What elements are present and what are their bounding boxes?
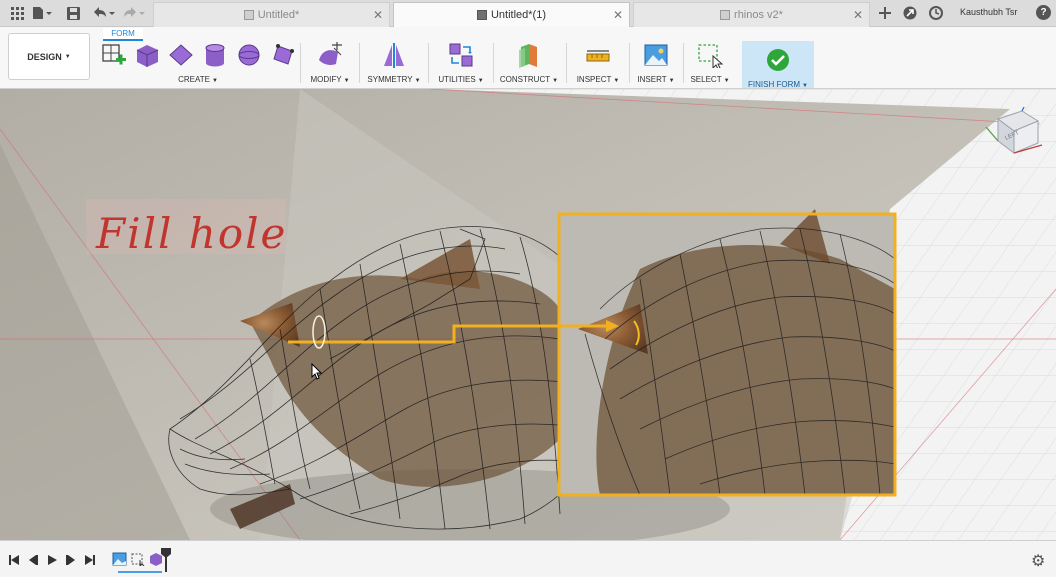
play-icon[interactable] xyxy=(45,553,59,567)
select-group: SELECT ▼ xyxy=(687,42,733,86)
scene-render xyxy=(0,89,1056,540)
construct-group: CONSTRUCT ▼ xyxy=(497,42,561,86)
user-account-name[interactable]: Kausthubh Tsr xyxy=(960,7,1017,17)
symmetry-group-label[interactable]: SYMMETRY xyxy=(367,75,412,84)
tab-untitled[interactable]: Untitled* ✕ xyxy=(153,2,390,27)
mouse-pointer-icon xyxy=(311,363,323,380)
toolbar-divider xyxy=(493,43,494,83)
utilities-convert-icon[interactable] xyxy=(447,42,475,73)
chevron-down-icon: ▼ xyxy=(613,78,620,84)
save-icon[interactable] xyxy=(64,4,82,22)
create-box-sketch-icon[interactable] xyxy=(100,42,126,73)
utilities-group-label[interactable]: UTILITIES xyxy=(438,75,475,84)
toolbar-divider xyxy=(428,43,429,83)
workspace-label: DESIGN xyxy=(27,51,62,62)
tab-label: rhinos v2* xyxy=(734,9,783,21)
chevron-down-icon: ▼ xyxy=(477,78,484,84)
insert-image-icon[interactable] xyxy=(643,42,669,73)
symmetry-mirror-icon[interactable] xyxy=(380,42,408,73)
create-face-icon[interactable] xyxy=(270,42,296,73)
go-to-start-icon[interactable] xyxy=(7,553,21,567)
close-tab-icon[interactable]: ✕ xyxy=(853,8,863,22)
undo-icon[interactable] xyxy=(90,4,116,22)
insert-group-label[interactable]: INSERT xyxy=(637,75,666,84)
create-cylinder-icon[interactable] xyxy=(202,42,228,73)
toolbar-divider xyxy=(566,43,567,83)
inspect-group-label[interactable]: INSPECT xyxy=(577,75,612,84)
toolbar-divider xyxy=(629,43,630,83)
inspect-measure-icon[interactable] xyxy=(584,42,612,73)
document-tab-bar: Untitled* ✕ Untitled*(1) ✕ rhinos v2* ✕ … xyxy=(0,0,1056,27)
canvas-viewport[interactable]: Fill hole LEFT xyxy=(0,89,1056,540)
symmetry-group: SYMMETRY ▼ xyxy=(363,42,425,86)
step-forward-icon[interactable] xyxy=(64,553,78,567)
document-cube-icon xyxy=(720,10,731,20)
zoom-inset-panel xyxy=(557,209,897,497)
ribbon-toolbar: DESIGN ▼ FORM CREATE ▼ MODIFY ▼ SYMMETRY… xyxy=(0,27,1056,89)
close-tab-icon[interactable]: ✕ xyxy=(613,8,623,22)
checkmark-icon xyxy=(766,48,790,77)
step-back-icon[interactable] xyxy=(26,553,40,567)
tab-label: Untitled*(1) xyxy=(490,9,547,21)
tab-label: Untitled* xyxy=(257,9,300,21)
create-group-label[interactable]: CREATE xyxy=(178,75,210,84)
toolbar-divider xyxy=(683,43,684,83)
extensions-icon[interactable] xyxy=(901,4,919,22)
workspace-switcher-button[interactable]: DESIGN ▼ xyxy=(8,33,90,80)
inspect-group: INSPECT ▼ xyxy=(570,42,626,86)
file-menu-icon[interactable] xyxy=(30,4,54,22)
fill-hole-annotation: Fill hole xyxy=(96,209,288,258)
chevron-down-icon: ▼ xyxy=(723,78,730,84)
document-cube-icon xyxy=(476,10,487,20)
utilities-group: UTILITIES ▼ xyxy=(432,42,490,86)
close-tab-icon[interactable]: ✕ xyxy=(373,8,383,22)
finish-form-label: FINISH FORM xyxy=(748,80,801,89)
grid-apps-icon[interactable] xyxy=(8,4,26,22)
redo-icon[interactable] xyxy=(120,4,146,22)
timeline-marker-handle[interactable] xyxy=(160,548,172,572)
construct-plane-icon[interactable] xyxy=(515,42,543,73)
timeline-settings-gear-icon[interactable]: ⚙ xyxy=(1031,551,1045,571)
chevron-down-icon: ▼ xyxy=(668,78,675,84)
select-group-label[interactable]: SELECT xyxy=(690,75,721,84)
create-group: CREATE ▼ xyxy=(98,42,298,86)
construct-group-label[interactable]: CONSTRUCT xyxy=(500,75,550,84)
help-icon[interactable]: ? xyxy=(1036,5,1051,20)
finish-form-button[interactable]: FINISH FORM ▼ xyxy=(742,41,814,89)
view-cube[interactable]: LEFT xyxy=(984,106,1046,157)
toolbar-divider xyxy=(300,43,301,83)
toolbar-divider xyxy=(359,43,360,83)
tab-rhinos-v2[interactable]: rhinos v2* ✕ xyxy=(633,2,870,27)
go-to-end-icon[interactable] xyxy=(83,553,97,567)
timeline-progress-track xyxy=(118,571,162,573)
modify-group-label[interactable]: MODIFY xyxy=(310,75,341,84)
chevron-down-icon: ▼ xyxy=(414,78,421,84)
new-tab-icon[interactable] xyxy=(876,4,894,22)
timeline-bar: ⚙ xyxy=(0,540,1056,577)
create-box-icon[interactable] xyxy=(134,42,160,73)
chevron-down-icon: ▼ xyxy=(552,78,559,84)
timeline-sketch-feature-icon[interactable] xyxy=(130,552,145,566)
select-window-icon[interactable] xyxy=(697,42,724,73)
modify-edit-form-icon[interactable] xyxy=(316,41,344,73)
tab-untitled-1[interactable]: Untitled*(1) ✕ xyxy=(393,2,630,27)
job-status-icon[interactable] xyxy=(927,4,945,22)
chevron-down-icon: ▼ xyxy=(343,78,350,84)
timeline-canvas-feature-icon[interactable] xyxy=(112,552,127,566)
chevron-down-icon: ▼ xyxy=(211,78,218,84)
chevron-down-icon: ▼ xyxy=(64,53,71,60)
create-plane-icon[interactable] xyxy=(168,42,194,73)
modify-group: MODIFY ▼ xyxy=(304,41,356,86)
create-sphere-icon[interactable] xyxy=(236,42,262,73)
insert-group: INSERT ▼ xyxy=(633,42,679,86)
document-cube-icon xyxy=(243,10,254,20)
tab-form[interactable]: FORM xyxy=(103,28,143,41)
